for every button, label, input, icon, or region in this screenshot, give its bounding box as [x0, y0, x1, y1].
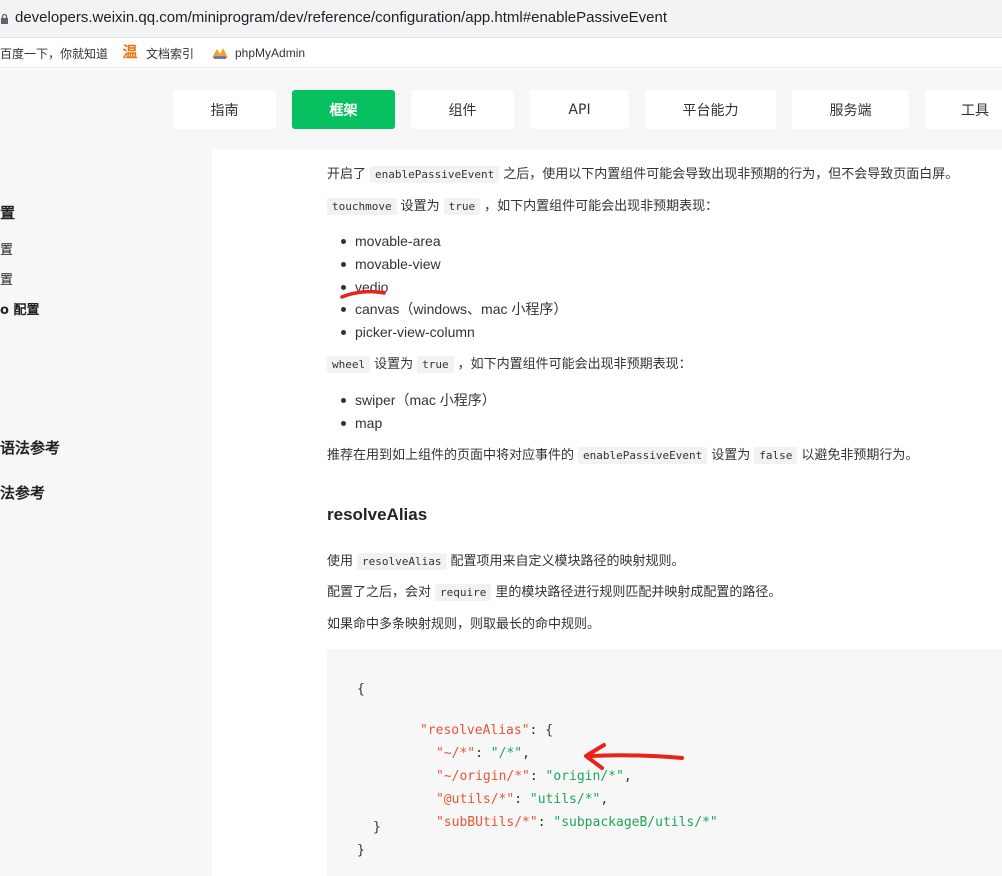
- text: 设置为: [374, 357, 414, 372]
- text: 里的模块路径进行规则匹配并映射成配置的路径。: [495, 585, 782, 600]
- list-item: vedio: [340, 279, 389, 295]
- inline-code: touchmove: [327, 198, 397, 215]
- nav-tab-api[interactable]: API: [530, 90, 629, 129]
- phpmyadmin-icon: [212, 48, 228, 59]
- code-string: "subpackageB/utils/*": [553, 815, 718, 830]
- list-item: movable-area: [341, 233, 441, 249]
- text: 配置了之后，会对: [327, 585, 432, 600]
- sidebar-item[interactable]: 置: [0, 239, 13, 258]
- doc-content: 开启了 enablePassiveEvent 之后，使用以下内置组件可能会导致出现非…: [212, 149, 1002, 876]
- lock-icon: [1, 13, 8, 24]
- site-nav: 指南 框架 组件 API 平台能力 服务端 工具: [0, 69, 1002, 149]
- paragraph-touchmove: touchmove 设置为 true ，如下内置组件可能会出现非预期表现：: [327, 197, 718, 217]
- sidebar-item[interactable]: 置: [0, 269, 13, 288]
- paragraph-wheel: wheel 设置为 true ，如下内置组件可能会出现非预期表现：: [327, 355, 692, 375]
- inline-code: enablePassiveEvent: [578, 447, 708, 464]
- code-block[interactable]: { "resolveAlias": { "~/*": "/*", "~/orig…: [327, 649, 1002, 876]
- text: 开启了: [327, 167, 367, 182]
- text: 使用: [327, 554, 354, 569]
- code-line-alias: "subBUtils/*": "subpackageB/utils/*": [389, 796, 718, 850]
- text: 以避免非预期行为。: [801, 448, 919, 463]
- code-brace-close-inner: }: [373, 820, 381, 835]
- list-item: swiper（mac 小程序）: [341, 392, 496, 408]
- url-text[interactable]: developers.weixin.qq.com/miniprogram/dev…: [15, 9, 667, 26]
- inline-code: enablePassiveEvent: [370, 166, 500, 183]
- code-brace-open: {: [357, 682, 365, 697]
- paragraph-resolvealias-2: 配置了之后，会对 require 里的模块路径进行规则匹配并映射成配置的路径。: [327, 583, 781, 603]
- code-punc: : {: [529, 723, 554, 738]
- nav-tab-guide[interactable]: 指南: [173, 90, 276, 129]
- text: 推荐在用到如上组件的页面中将对应事件的: [327, 448, 575, 463]
- text: ，如下内置组件可能会出现非预期表现：: [484, 199, 719, 214]
- bookmark-phpmyadmin[interactable]: phpMyAdmin: [211, 44, 305, 62]
- code-punc: :: [537, 815, 554, 830]
- nav-tab-platform[interactable]: 平台能力: [645, 90, 776, 129]
- sidebar-item[interactable]: 置: [0, 202, 15, 223]
- list-item: map: [340, 415, 383, 431]
- sidebar-item[interactable]: 法参考: [0, 482, 45, 503]
- text: 设置为: [711, 448, 751, 463]
- nav-tab-tools[interactable]: 工具: [925, 90, 1002, 129]
- sidebar: 置 置 置 o 配置 语法参考 法参考: [0, 149, 212, 876]
- nav-tab-framework[interactable]: 框架: [292, 90, 395, 129]
- text: 设置为: [400, 199, 440, 214]
- list-item: movable-view: [341, 256, 441, 272]
- inline-code: true: [443, 198, 481, 215]
- bookmark-label: phpMyAdmin: [235, 46, 306, 60]
- sidebar-item-active[interactable]: o 配置: [0, 299, 39, 318]
- inline-code: false: [754, 447, 798, 464]
- list-item: picker-view-column: [341, 324, 475, 340]
- list-item: canvas（windows、mac 小程序）: [340, 301, 568, 317]
- bookmarks-bar: 百度一下，你就知道 温 文档索引 phpMyAdmin: [0, 38, 1002, 68]
- inline-code: require: [435, 584, 492, 601]
- text: 之后，使用以下内置组件可能会导致出现非预期的行为，但不会导致页面白屏。: [503, 167, 959, 182]
- text: 配置项用来自定义模块路径的映射规则。: [450, 554, 685, 569]
- code-key: "subBUtils/*": [435, 815, 538, 830]
- inline-code: resolveAlias: [357, 553, 447, 570]
- code-brace-close: }: [357, 843, 365, 858]
- code-punc: ,: [623, 769, 632, 784]
- paragraph-recommend: 推荐在用到如上组件的页面中将对应事件的 enablePassiveEvent 设置为…: [327, 446, 918, 466]
- doc-index-icon: 温: [122, 44, 138, 61]
- text: ，如下内置组件可能会出现非预期表现：: [457, 357, 692, 372]
- sidebar-item[interactable]: 语法参考: [0, 437, 60, 458]
- bookmark-doc-index[interactable]: 温 文档索引: [122, 44, 194, 62]
- section-heading-resolvealias: resolveAlias: [327, 505, 428, 524]
- inline-code: true: [417, 356, 454, 373]
- bookmark-label: 文档索引: [146, 46, 195, 61]
- nav-tab-server[interactable]: 服务端: [792, 90, 909, 129]
- inline-code: wheel: [327, 356, 371, 373]
- paragraph-resolvealias-1: 使用 resolveAlias 配置项用来自定义模块路径的映射规则。: [327, 552, 685, 572]
- nav-tab-components[interactable]: 组件: [411, 90, 514, 129]
- paragraph-resolvealias-3: 如果命中多条映射规则，则取最长的命中规则。: [327, 617, 601, 632]
- bookmark-baidu[interactable]: 百度一下，你就知道: [0, 44, 108, 62]
- bookmark-label: 百度一下，你就知道: [0, 46, 109, 61]
- browser-address-bar[interactable]: developers.weixin.qq.com/miniprogram/dev…: [0, 0, 1002, 38]
- paragraph-passive-intro: 开启了 enablePassiveEvent 之后，使用以下内置组件可能会导致出现非…: [327, 165, 958, 185]
